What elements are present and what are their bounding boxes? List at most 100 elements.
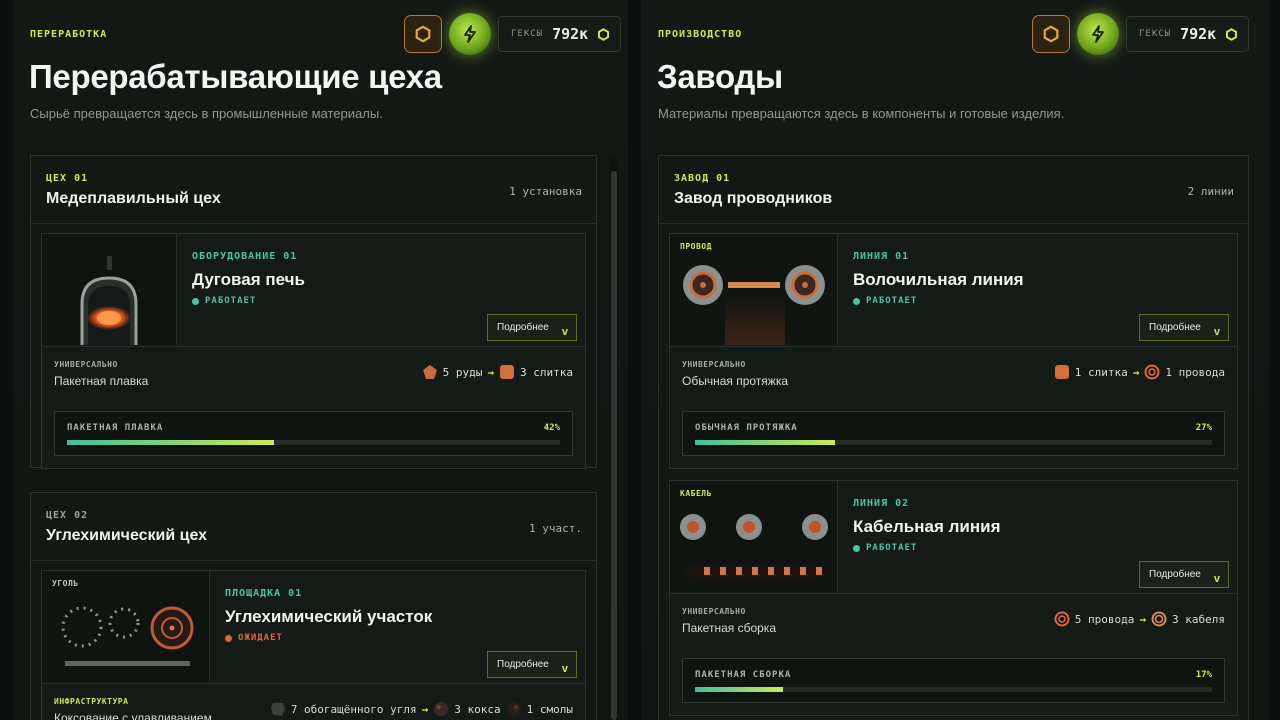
details-button[interactable]: Подробнее v (487, 314, 577, 341)
arrow-icon: → (1139, 612, 1147, 626)
progress-label: ОБЫЧНАЯ ПРОТЯЖКА (695, 423, 798, 433)
chevron-down-icon: v (561, 326, 568, 338)
details-label: Подробнее (1149, 322, 1201, 333)
arc-furnace-image (42, 234, 177, 345)
coal-icon (270, 703, 285, 716)
workshop-title: Медеплавильный цех (46, 190, 221, 207)
arrow-icon: → (421, 702, 429, 716)
recipe-row: УНИВЕРСАЛЬНО Пакетная плавка 5 руды → 3 … (42, 346, 585, 396)
hex-button[interactable] (404, 15, 442, 53)
recipe-io: 5 провода → 3 кабеля (1054, 611, 1225, 627)
recipe-name: Коксование с улавливанием (54, 711, 212, 720)
currency-label: ГЕКСЫ (511, 29, 544, 39)
energy-button[interactable] (449, 13, 491, 55)
progress-box: ПАКЕТНАЯ СБОРКА 17% (682, 658, 1225, 703)
hexagon-icon (598, 27, 610, 41)
currency-counter[interactable]: ГЕКСЫ 792к (498, 16, 622, 52)
ingot-icon (500, 365, 515, 379)
recipe-io: 1 слитка → 1 провода (1054, 364, 1225, 380)
details-button[interactable]: Подробнее v (487, 651, 577, 678)
wire-line-image: ПРОВОД (670, 234, 838, 345)
progress-track (67, 440, 560, 445)
lightning-bolt-icon (464, 25, 476, 43)
chevron-down-icon: v (561, 663, 568, 675)
workshop-card: ЦЕХ 01 Медеплавильный цех 1 установка ОБ… (30, 155, 597, 469)
line-card: ПРОВОД ЛИНИЯ 01 Волочильная линия РАБОТА (669, 233, 1238, 469)
cable-coil-icon (1151, 611, 1167, 627)
details-button[interactable]: Подробнее v (1139, 561, 1229, 588)
status-dot (853, 544, 860, 552)
processing-panel: ПЕРЕРАБОТКА ГЕКСЫ 792к Перерабатывающие … (13, 0, 641, 720)
line-card: КАБЕЛЬ ЛИНИЯ 02 Кабельная линия РАБОТАЕТ… (669, 480, 1238, 716)
workshop-count: 1 участ. (529, 522, 582, 535)
recipe-output: 3 кабеля (1172, 612, 1225, 626)
recipe-name: Пакетная плавка (54, 374, 149, 388)
recipe-tag: УНИВЕРСАЛЬНО (682, 360, 746, 369)
recipe-output: 3 кокса (454, 702, 501, 716)
line-title: Волочильная линия (853, 270, 1024, 289)
equipment-card: УГОЛЬ ПЛОЩАДКА 01 Углехимический участок… (41, 570, 586, 720)
page-title: Заводы (657, 58, 783, 95)
currency-value: 792к (1180, 25, 1217, 43)
factory-title: Завод проводников (674, 190, 833, 207)
progress-fill (695, 687, 783, 692)
hex-button[interactable] (1032, 15, 1070, 53)
progress-value: 17% (1195, 670, 1212, 680)
chevron-down-icon: v (1213, 573, 1220, 585)
recipe-output-2: 1 смолы (526, 702, 573, 716)
energy-button[interactable] (1077, 13, 1119, 55)
page-title: Перерабатывающие цеха (29, 58, 442, 95)
arrow-icon: → (487, 365, 495, 379)
line-title: Кабельная линия (853, 517, 1001, 536)
currency-value: 792к (552, 25, 589, 43)
recipe-input: 5 провода (1074, 612, 1135, 626)
workshop-code: ЦЕХ 01 (46, 173, 89, 184)
progress-track (695, 440, 1212, 445)
scrollbar-thumb[interactable] (611, 171, 617, 720)
line-code: ЛИНИЯ 01 (853, 251, 910, 262)
image-tag: ПРОВОД (680, 242, 712, 251)
ingot-icon (1054, 365, 1069, 379)
status-dot (853, 297, 860, 305)
recipe-output: 3 слитка (520, 365, 573, 379)
factory-code: ЗАВОД 01 (674, 173, 731, 184)
status-label: РАБОТАЕТ (866, 296, 918, 306)
section-eyebrow: ПРОИЗВОДСТВО (658, 29, 743, 40)
recipe-io: 5 руды → 3 слитка (422, 364, 573, 380)
scrollbar[interactable] (610, 157, 618, 720)
chevron-down-icon: v (1213, 326, 1220, 338)
currency-counter[interactable]: ГЕКСЫ 792к (1126, 16, 1250, 52)
furnace-icon (80, 256, 138, 345)
recipe-tag: УНИВЕРСАЛЬНО (682, 607, 746, 616)
recipe-io: 7 обогащённого угля → 3 кокса 1 смолы (270, 701, 573, 717)
panel-divider (628, 0, 641, 720)
recipe-tag: УНИВЕРСАЛЬНО (54, 360, 118, 369)
equipment-card: ОБОРУДОВАНИЕ 01 Дуговая печь РАБОТАЕТ По… (41, 233, 586, 469)
details-button[interactable]: Подробнее v (1139, 314, 1229, 341)
workshop-count: 1 установка (509, 185, 582, 198)
recipe-output: 1 провода (1165, 365, 1225, 379)
recipe-tag: ИНФРАСТРУКТУРА (54, 697, 129, 706)
recipe-name: Обычная протяжка (682, 374, 789, 388)
factory-count: 2 линии (1187, 185, 1234, 198)
details-label: Подробнее (497, 659, 549, 670)
recipe-input: 5 руды (442, 365, 483, 379)
recipe-row: УНИВЕРСАЛЬНО Пакетная сборка 5 провода →… (670, 593, 1237, 643)
equipment-code: ОБОРУДОВАНИЕ 01 (192, 251, 298, 262)
progress-label: ПАКЕТНАЯ СБОРКА (695, 670, 792, 680)
image-tag: КАБЕЛЬ (680, 489, 712, 498)
page-subtitle: Материалы превращаются здесь в компонент… (658, 106, 1065, 121)
cable-line-image: КАБЕЛЬ (670, 481, 838, 592)
status-dot (225, 634, 232, 642)
progress-track (695, 687, 1212, 692)
recipe-row: УНИВЕРСАЛЬНО Обычная протяжка 1 слитка →… (670, 346, 1237, 396)
details-label: Подробнее (1149, 569, 1201, 580)
progress-value: 42% (543, 423, 560, 433)
hud-bar: ГЕКСЫ 792к (1032, 13, 1250, 55)
workshop-code: ЦЕХ 02 (46, 510, 89, 521)
details-label: Подробнее (497, 322, 549, 333)
currency-label: ГЕКСЫ (1139, 29, 1172, 39)
hexagon-icon (1043, 25, 1059, 43)
status-badge: РАБОТАЕТ (853, 296, 917, 306)
wire-coil-icon (1144, 364, 1160, 380)
